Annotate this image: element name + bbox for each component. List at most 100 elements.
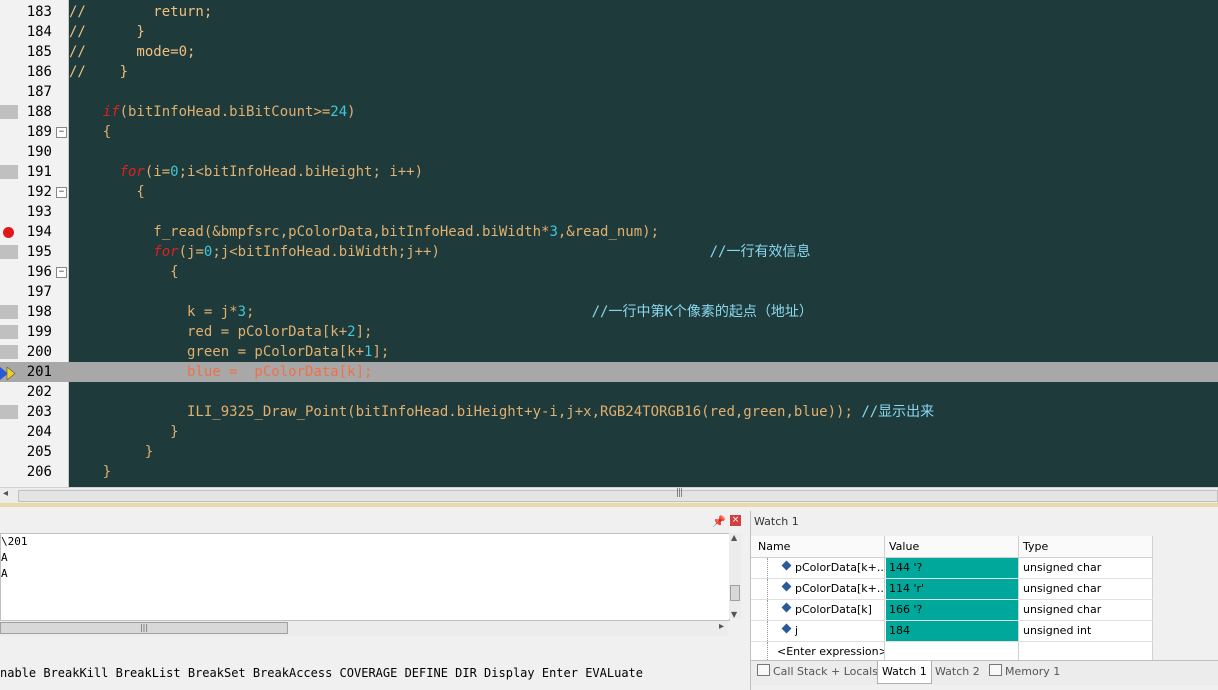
code-coverage-marker [0,165,18,179]
code-text: } [69,462,111,482]
watch-value[interactable]: 114 'r' [886,579,1019,599]
code-text: blue = pColorData[k]; [69,362,372,382]
code-line[interactable]: 200 green = pColorData[k+1]; [0,342,1218,362]
fold-collapse-icon[interactable]: − [56,187,67,198]
code-editor[interactable]: 183 // return; 184 // } 185 // mode=0; 186 // }… [0,0,1218,487]
code-line[interactable]: 197 [0,282,1218,302]
code-line[interactable]: 198 k = j*3; //一行中第K个像素的起点（地址） [0,302,1218,322]
code-line[interactable]: 196− { [0,262,1218,282]
line-number: 189 [26,124,52,140]
editor-horizontal-scrollbar[interactable]: ◂ ||| [0,487,1218,503]
line-number: 190 [26,144,52,160]
code-line[interactable]: 193 [0,202,1218,222]
command-vertical-scrollbar[interactable]: ▲ ▼ [729,533,741,619]
code-line[interactable]: 185 // mode=0; [0,42,1218,62]
scrollbar-thumb[interactable]: ||| [0,622,288,634]
code-line[interactable]: 205 } [0,442,1218,462]
scrollbar-thumb[interactable] [18,490,1218,502]
code-line[interactable]: 189− { [0,122,1218,142]
watch-row[interactable]: j 184 unsigned int [751,621,1153,642]
code-token: // } [69,24,145,40]
code-line[interactable]: 203 ILI_9325_Draw_Point(bitInfoHead.biHe… [0,402,1218,422]
code-token: for [153,244,179,260]
code-token: f_read(&bmpfsrc,pColorData,bitInfoHead.b… [69,224,550,240]
code-line[interactable]: 195 for(j=0;j<bitInfoHead.biWidth;j++) /… [0,242,1218,262]
scroll-right-icon[interactable]: ▸ [719,621,724,632]
fold-collapse-icon[interactable]: − [56,127,67,138]
watch-value[interactable] [886,642,1019,662]
code-token: (bitInfoHead.biBitCount>= [119,104,331,120]
watch-value[interactable]: 184 [886,621,1019,641]
code-token: // } [69,64,129,80]
code-token: 3 [237,304,247,320]
line-number: 201 [26,364,52,380]
command-output: \201 A A [0,533,730,621]
code-line[interactable]: 192− { [0,182,1218,202]
watch-name[interactable]: pColorData[k+... [751,579,885,599]
watch-name[interactable]: pColorData[k] [751,600,885,620]
scroll-up-icon[interactable]: ▲ [731,533,737,542]
code-line[interactable]: 194 f_read(&bmpfsrc,pColorData,bitInfoHe… [0,222,1218,242]
code-line[interactable]: 191 for(i=0;i<bitInfoHead.biHeight; i++) [0,162,1218,182]
watch-row[interactable]: pColorData[k+... 144 '? unsigned char [751,558,1153,579]
watch-row[interactable]: pColorData[k+... 114 'r' unsigned char [751,579,1153,600]
watch-name[interactable]: pColorData[k+... [751,558,885,578]
command-input-line[interactable]: nable BreakKill BreakList BreakSet Break… [0,662,748,684]
header-name[interactable]: Name [751,536,885,557]
enter-expression[interactable]: <Enter expression> [751,642,885,662]
line-number: 202 [26,384,52,400]
line-number: 199 [26,324,52,340]
code-token: ;j<bitInfoHead.biWidth;j++) [212,244,710,260]
code-token: k = j* [69,304,238,320]
close-icon[interactable]: × [730,515,741,526]
line-number: 186 [26,64,52,80]
tab-watch-1[interactable]: Watch 1 [877,661,932,684]
watch-value[interactable]: 144 '? [886,558,1019,578]
line-number: 195 [26,244,52,260]
code-token: //一行中第K个像素的起点（地址） [591,304,813,320]
scroll-left-icon[interactable]: ◂ [3,488,8,499]
fold-collapse-icon[interactable]: − [56,267,67,278]
line-number: 192 [26,184,52,200]
code-line[interactable]: 184 // } [0,22,1218,42]
tab-call-stack-locals[interactable]: Call Stack + Locals [753,661,882,683]
tab-label: Watch 1 [882,665,927,678]
tab-memory-1[interactable]: Memory 1 [985,661,1064,683]
breakpoint-icon[interactable] [3,227,14,238]
code-line[interactable]: 190 [0,142,1218,162]
panel-splitter[interactable] [0,503,1218,507]
current-line[interactable]: 201 blue = pColorData[k]; [0,362,1218,382]
scroll-down-icon[interactable]: ▼ [731,610,737,619]
header-value[interactable]: Value [886,536,1019,557]
code-token: 2 [347,324,356,340]
line-number: 197 [26,284,52,300]
code-line[interactable]: 206 } [0,462,1218,482]
code-line[interactable]: 183 // return; [0,2,1218,22]
code-token: red = pColorData[k+ [69,324,348,340]
pin-icon[interactable]: 📌 [712,515,726,528]
watch-row[interactable]: pColorData[k] 166 '? unsigned char [751,600,1153,621]
code-line[interactable]: 186 // } [0,62,1218,82]
code-line[interactable]: 204 } [0,422,1218,442]
code-token: 3 [549,224,558,240]
code-token: for [119,164,145,180]
header-type[interactable]: Type [1020,536,1153,557]
code-token: 0 [170,164,179,180]
command-horizontal-scrollbar[interactable]: ||| ▸ [0,621,728,636]
tab-watch-2[interactable]: Watch 2 [931,661,984,683]
code-token: ILI_9325_Draw_Point(bitInfoHead.biHeight… [69,404,862,420]
watch-type: unsigned char [1020,600,1153,620]
scrollbar-thumb[interactable] [730,585,740,601]
code-line[interactable]: 187 [0,82,1218,102]
line-number: 203 [26,404,52,420]
code-line[interactable]: 199 red = pColorData[k+2]; [0,322,1218,342]
code-line[interactable]: 188 if(bitInfoHead.biBitCount>=24) [0,102,1218,122]
line-number: 183 [26,4,52,20]
code-token: { [69,124,112,140]
code-token: } [69,424,179,440]
code-token: //一行有效信息 [709,244,811,260]
watch-value[interactable]: 166 '? [886,600,1019,620]
code-line[interactable]: 202 [0,382,1218,402]
watch-name[interactable]: j [751,621,885,641]
